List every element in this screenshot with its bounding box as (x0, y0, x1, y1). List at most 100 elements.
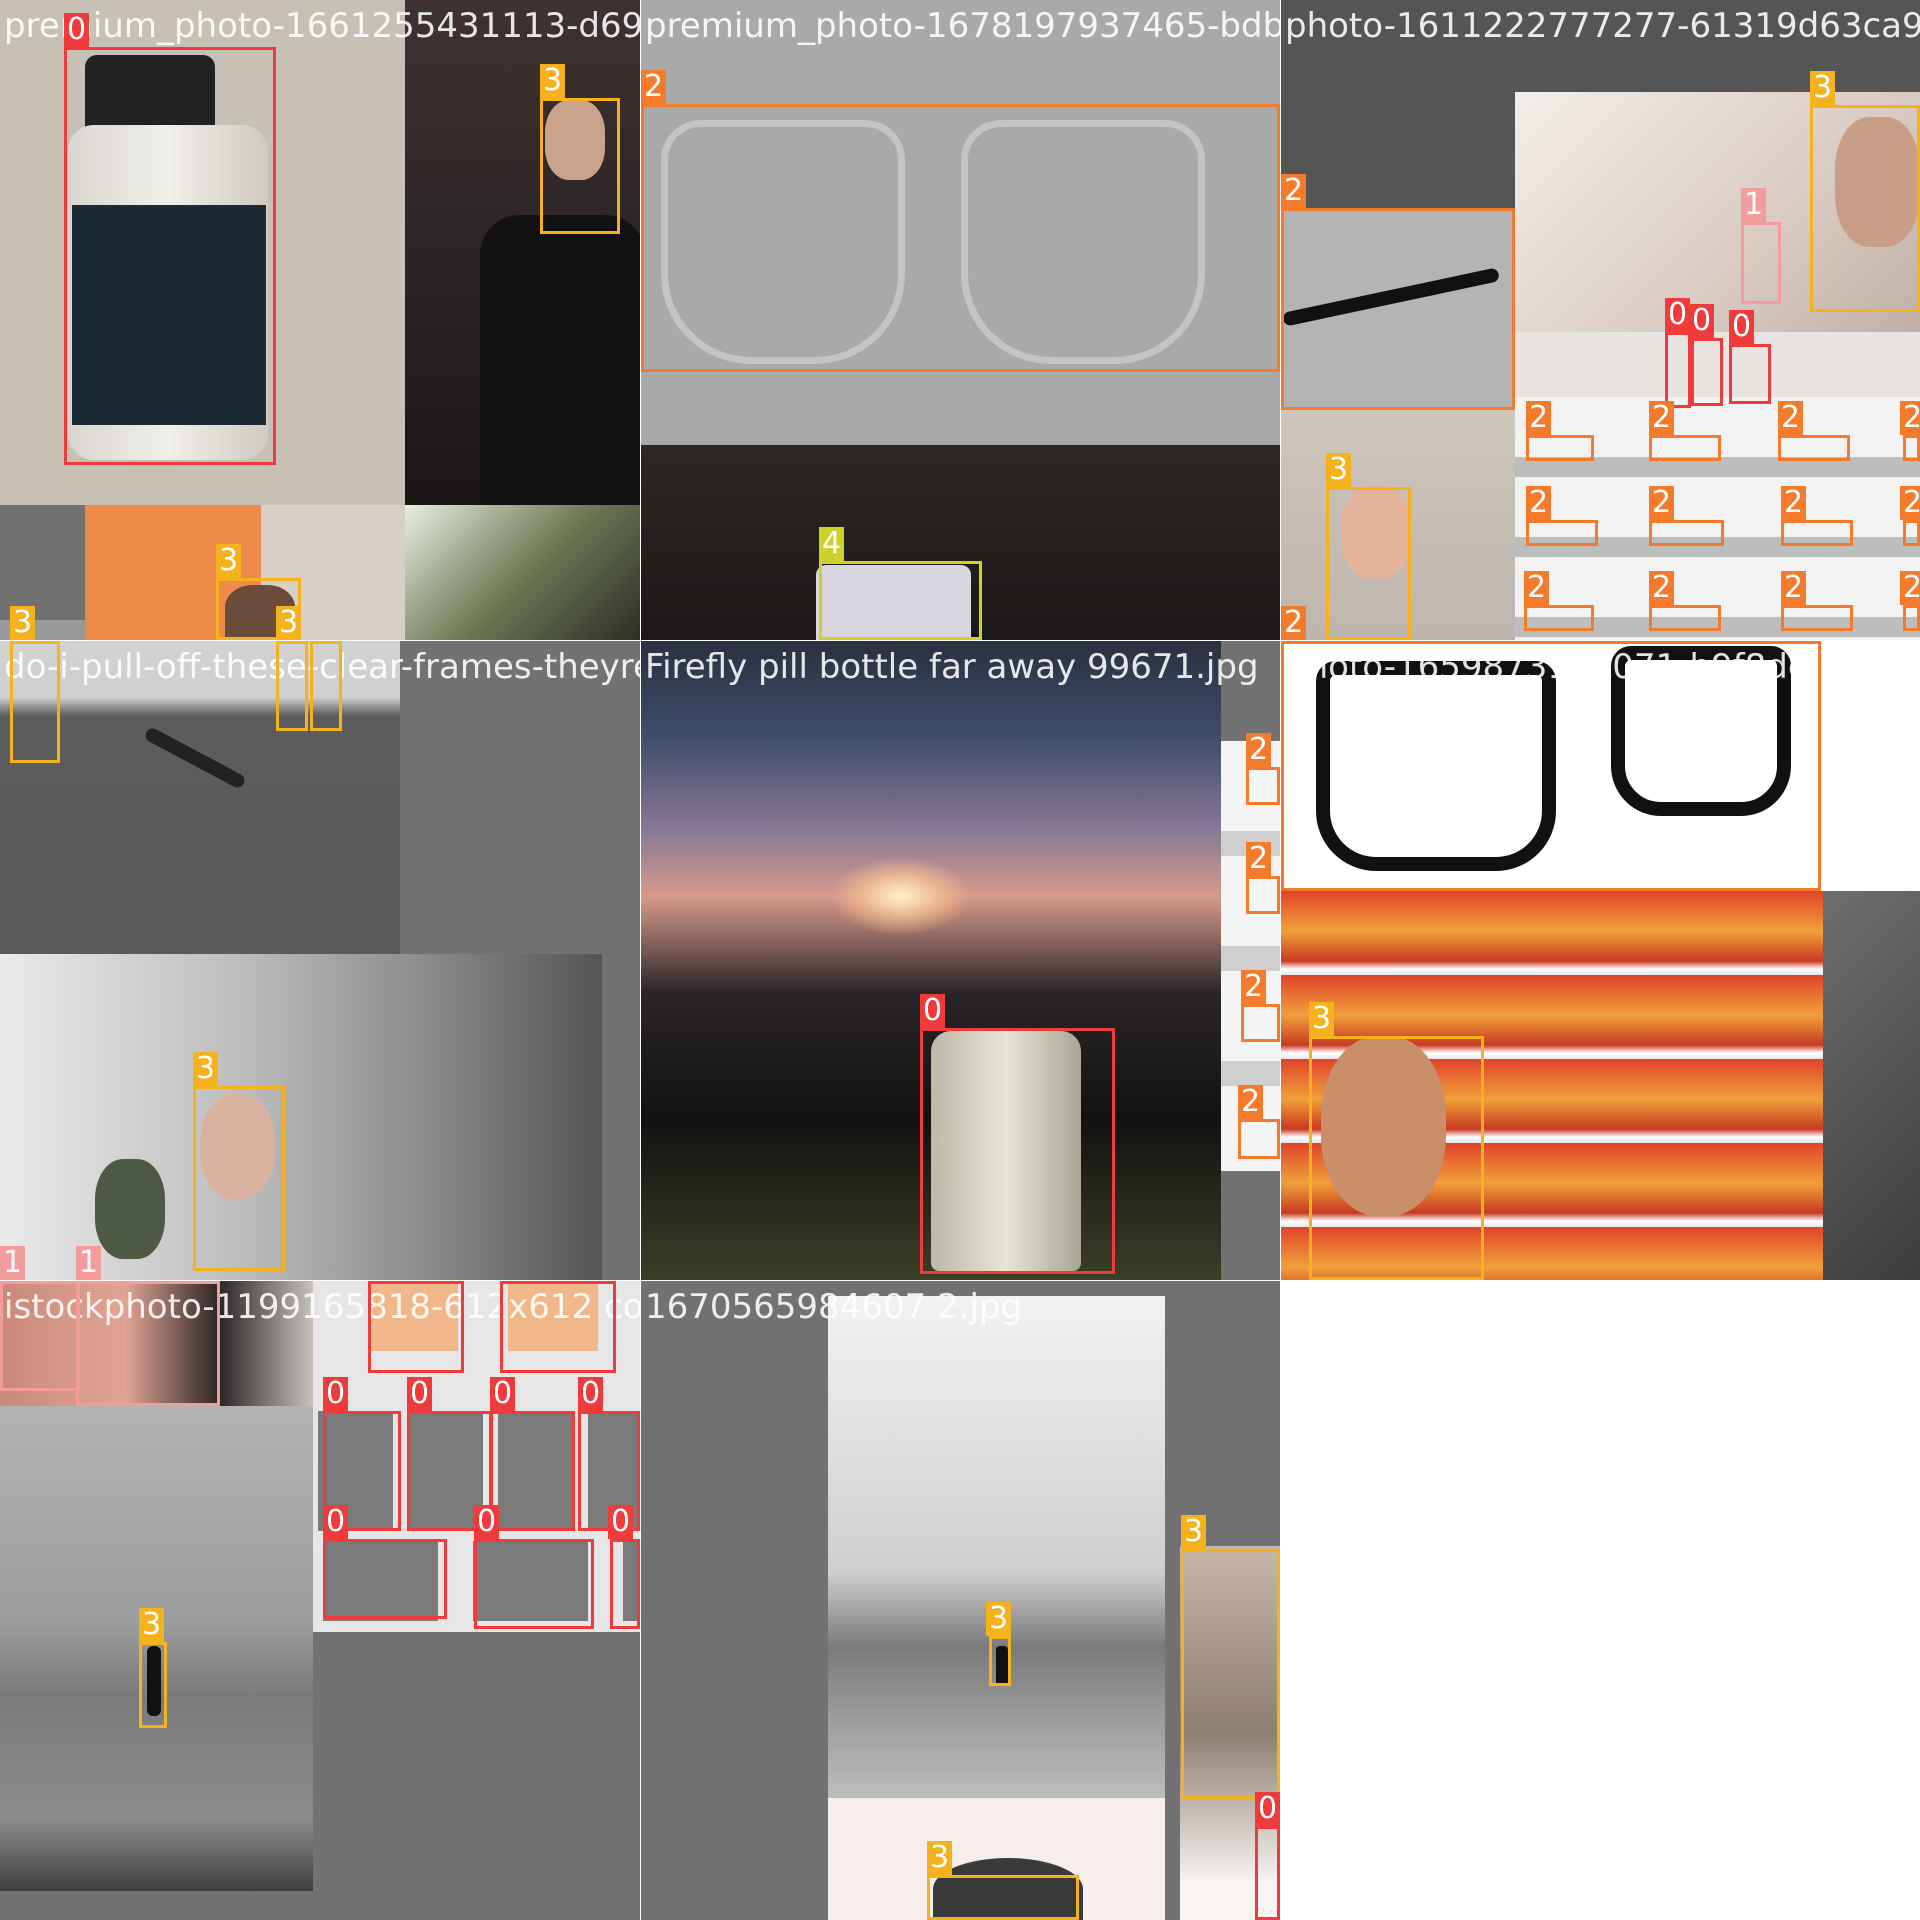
bbox-class-2 (1281, 641, 1821, 891)
bbox-class-3 (276, 641, 308, 731)
businessman-photo (405, 0, 640, 505)
bbox-tag: 0 (1255, 1792, 1280, 1826)
smiling-woman-window-photo (0, 954, 602, 1280)
bbox-class-0 (1255, 1826, 1280, 1920)
bbox-class-0 (500, 1281, 616, 1373)
bbox-class-2 (1281, 208, 1515, 410)
woman-closeup-photo (1823, 891, 1920, 1280)
bbox-tag: 0 (578, 1377, 604, 1411)
bbox-tag: 1 (76, 1246, 102, 1280)
bbox-tag: 3 (1326, 453, 1352, 487)
bbox-tag: 3 (986, 1602, 1012, 1636)
bbox-tag: 2 (1900, 486, 1920, 520)
bbox-class-4 (819, 561, 982, 640)
bbox-class-0 (323, 1539, 447, 1619)
tile-title: photo-1611222777277-61319d63ca94 (1285, 6, 1920, 46)
bbox-class-3 (1309, 1036, 1484, 1280)
bbox-tag: 3 (540, 64, 566, 98)
skateboard (143, 725, 247, 791)
bbox-class-2 (1903, 520, 1920, 546)
blurred-garden-photo (405, 505, 640, 640)
bbox-tag: 3 (927, 1841, 953, 1875)
sunglasses-grid-photo (1515, 397, 1920, 640)
bbox-class-0 (64, 47, 276, 465)
bbox-class-3 (540, 98, 620, 234)
grid-divider-vertical (640, 0, 641, 1920)
empty-tile (1281, 1281, 1920, 1920)
bbox-tag: 0 (608, 1505, 634, 1539)
bbox-class-1 (76, 1281, 220, 1406)
bbox-tag: 2 (1781, 571, 1807, 605)
grid-divider-vertical (1280, 0, 1281, 1920)
bbox-tag: 0 (323, 1505, 349, 1539)
bbox-tag: 0 (64, 13, 90, 47)
bbox-tag: 2 (1526, 401, 1552, 435)
bbox-tag: 0 (1729, 310, 1755, 344)
bbox-class-3 (989, 1636, 1011, 1686)
bbox-class-2 (641, 104, 1280, 372)
bbox-class-2 (1903, 605, 1920, 631)
tile-4: do-i-pull-off-these-clear-frames-theyre … (0, 641, 640, 1280)
bbox-class-3 (1326, 487, 1411, 640)
bbox-class-3 (10, 641, 60, 763)
bbox-class-3 (139, 1642, 167, 1728)
bbox-class-2 (1246, 876, 1280, 914)
bbox-class-0 (920, 1028, 1115, 1274)
bbox-class-2 (1526, 435, 1594, 461)
bbox-tag: 2 (641, 70, 667, 104)
bbox-tag: 2 (1246, 842, 1272, 876)
bbox-tag: 2 (1241, 970, 1267, 1004)
tile-5: Firefly pill bottle far away 99671.jpg 0… (641, 641, 1280, 1280)
sun-glow (831, 856, 971, 936)
bbox-tag: 2 (1526, 486, 1552, 520)
bbox-tag: 2 (1281, 174, 1307, 208)
grid-divider-horizontal (0, 640, 1920, 641)
bbox-tag: 0 (490, 1377, 516, 1411)
bbox-tag: 3 (216, 544, 242, 578)
tile-7: istockphoto-1199165818-612x612 copy.jpg … (0, 1281, 640, 1920)
bbox-tag: 3 (1810, 71, 1836, 105)
bbox-tag: 0 (323, 1377, 349, 1411)
bbox-tag: 2 (1781, 486, 1807, 520)
bbox-class-3 (310, 641, 342, 731)
bbox-class-2 (1781, 605, 1853, 631)
bbox-tag: 3 (1309, 1002, 1335, 1036)
bbox-tag: 2 (1524, 571, 1550, 605)
bbox-class-0 (610, 1539, 640, 1629)
bbox-class-2 (1781, 520, 1853, 546)
bbox-class-2 (1524, 605, 1594, 631)
bbox-tag: 0 (1689, 304, 1715, 338)
bbox-tag: 2 (1900, 571, 1920, 605)
bbox-tag: 2 (1900, 401, 1920, 435)
bbox-class-3 (927, 1875, 1079, 1920)
bbox-tag: 1 (0, 1246, 26, 1280)
bbox-tag: 4 (819, 527, 845, 561)
bbox-tag: 2 (1246, 733, 1272, 767)
bbox-class-0 (368, 1281, 464, 1373)
tile-8: 1670565984607 2.jpg 3 3 0 3 (641, 1281, 1280, 1920)
bbox-tag: 2 (1238, 1085, 1264, 1119)
tile-2: premium_photo-1678197937465-bdbc4ed95815… (641, 0, 1280, 640)
bbox-class-0 (1729, 344, 1771, 404)
bbox-tag: 2 (1778, 401, 1804, 435)
bbox-tag: 0 (920, 994, 946, 1028)
bbox-tag: 3 (1181, 1515, 1207, 1549)
bbox-class-1 (1741, 222, 1781, 304)
bbox-class-2 (1649, 520, 1724, 546)
bbox-tag: 0 (1665, 298, 1691, 332)
bbox-class-2 (1903, 435, 1920, 461)
bbox-tag: 0 (474, 1505, 500, 1539)
tile-6: photo-1659873145071-b9f8de325d96 3 (1281, 641, 1920, 1280)
bbox-tag: 3 (10, 606, 36, 640)
bbox-class-2 (1238, 1119, 1280, 1159)
bbox-tag: 2 (1281, 606, 1307, 640)
bbox-tag: 1 (1741, 188, 1767, 222)
bbox-class-0 (490, 1411, 575, 1531)
bbox-class-0 (1665, 332, 1691, 408)
bbox-tag: 3 (276, 606, 302, 640)
tile-3: photo-1611222777277-61319d63ca94 3 2 1 0… (1281, 0, 1920, 640)
grid-divider-horizontal (0, 1280, 1920, 1281)
bbox-tag: 3 (193, 1052, 219, 1086)
bbox-class-1 (0, 1281, 80, 1391)
potted-plant (95, 1159, 165, 1259)
